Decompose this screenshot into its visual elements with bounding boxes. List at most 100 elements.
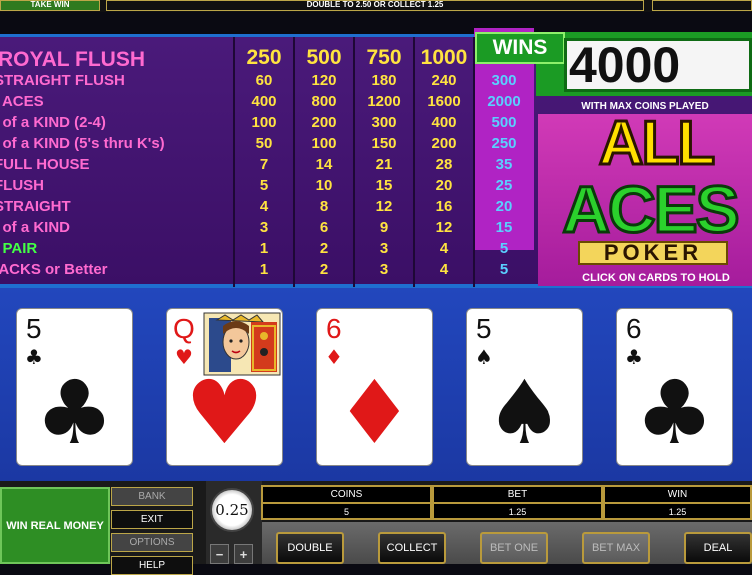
hand-flush: FLUSH <box>0 177 44 194</box>
pay-value: 6 <box>319 219 329 236</box>
pay-value: 300 <box>371 114 397 131</box>
bet-max-button[interactable]: BET MAX <box>582 532 650 564</box>
pay-value-max: 250 <box>491 135 517 152</box>
pay-value: 2 <box>319 261 329 278</box>
exit-button[interactable]: EXIT <box>111 510 193 529</box>
card-3[interactable]: 6 ♦ ♦ <box>316 308 433 466</box>
pay-value: 60 <box>255 72 273 89</box>
pay-value-max: 25 <box>495 177 513 194</box>
pay-value: 400 <box>251 93 277 110</box>
pay-value: 240 <box>431 72 457 89</box>
pay-value: 21 <box>375 156 393 173</box>
coin-increase-button[interactable]: + <box>234 544 253 564</box>
divider <box>434 502 601 504</box>
pay-value: 10 <box>315 177 333 194</box>
pay-value: 100 <box>311 135 337 152</box>
bet-label: BET <box>507 489 528 500</box>
bet-one-label: BET ONE <box>489 542 539 554</box>
logo-poker: POKER <box>578 241 728 265</box>
win-real-money-button[interactable]: WIN REAL MONEY <box>0 487 110 564</box>
deal-button[interactable]: DEAL <box>684 532 752 564</box>
pay-value: 1 <box>259 261 269 278</box>
pay-value-max: 35 <box>495 156 513 173</box>
coin-header-1: 250 <box>246 46 282 69</box>
pay-value: 180 <box>371 72 397 89</box>
club-icon: ♣ <box>35 361 114 464</box>
take-win-label: TAKE WIN <box>30 0 70 9</box>
hand-jacks-or-better: JACKS or Better <box>0 261 108 278</box>
pay-value: 12 <box>375 198 393 215</box>
pay-value: 8 <box>319 198 329 215</box>
card-2[interactable]: Q ♥ ♥ <box>166 308 283 466</box>
message-text: DOUBLE TO 2.50 OR COLLECT 1.25 <box>306 0 444 9</box>
pay-value-max: 300 <box>491 72 517 89</box>
heart-icon: ♥ <box>185 361 264 464</box>
win-real-money-label: WIN REAL MONEY <box>6 519 104 532</box>
hand-straight: STRAIGHT <box>0 198 71 215</box>
pay-value: 150 <box>371 135 397 152</box>
collect-button[interactable]: COLLECT <box>378 532 446 564</box>
pay-value-max: 2000 <box>487 93 521 110</box>
hold-hint: CLICK ON CARDS TO HOLD <box>582 272 730 284</box>
options-button[interactable]: OPTIONS <box>111 533 193 552</box>
coin-decrease-button[interactable]: − <box>210 544 229 564</box>
pay-value: 800 <box>311 93 337 110</box>
coin-value-chip[interactable]: 0.25 <box>210 488 254 532</box>
hand-3-kind: 3 of a KIND <box>0 219 71 236</box>
card-rank: 5 <box>476 313 492 344</box>
hand-4-kind-5-k: 4 of a KIND (5's thru K's) <box>0 135 165 152</box>
bet-value: 1.25 <box>508 507 527 517</box>
take-win-button[interactable]: TAKE WIN <box>0 0 100 11</box>
exit-label: EXIT <box>140 514 164 525</box>
pay-value: 120 <box>311 72 337 89</box>
spade-icon: ♠ <box>485 361 564 464</box>
hand-4-kind-2-4: 4 of a KIND (2-4) <box>0 114 106 131</box>
card-4[interactable]: 5 ♠ ♠ <box>466 308 583 466</box>
wins-label: WINS <box>475 32 565 64</box>
pay-value: 15 <box>375 177 393 194</box>
pay-value: 3 <box>259 219 269 236</box>
help-label: HELP <box>138 560 166 571</box>
deal-label: DEAL <box>703 542 733 554</box>
pay-value: 9 <box>379 219 389 236</box>
hand-full-house: FULL HOUSE <box>0 156 90 173</box>
help-button[interactable]: HELP <box>111 556 193 575</box>
pay-value-max: 5 <box>499 240 509 257</box>
coin-value: 0.25 <box>215 501 249 519</box>
pay-value: 200 <box>431 135 457 152</box>
coin-header-4: 1000 <box>420 46 468 69</box>
coin-header-3: 750 <box>366 46 402 69</box>
card-rank: 6 <box>626 313 642 344</box>
bank-label: BANK <box>138 491 166 502</box>
bet-one-button[interactable]: BET ONE <box>480 532 548 564</box>
double-button[interactable]: DOUBLE <box>276 532 344 564</box>
card-1[interactable]: 5 ♣ ♣ <box>16 308 133 466</box>
pay-value: 3 <box>379 240 389 257</box>
pay-value: 28 <box>435 156 453 173</box>
divider <box>263 502 430 504</box>
divider <box>605 502 750 504</box>
pay-value: 16 <box>435 198 453 215</box>
pay-value-max: 15 <box>495 219 513 236</box>
card-rank: 5 <box>26 313 42 344</box>
hand-straight-flush: STRAIGHT FLUSH <box>0 72 125 89</box>
wins-value: 4000 <box>564 38 752 92</box>
pay-value: 2 <box>319 240 329 257</box>
logo-all: ALL <box>597 109 717 178</box>
bet-max-label: BET MAX <box>591 542 641 554</box>
pay-value: 400 <box>431 114 457 131</box>
pay-value-max: 500 <box>491 114 517 131</box>
sound-button[interactable] <box>652 0 752 11</box>
coin-header-2: 500 <box>306 46 342 69</box>
card-5[interactable]: 6 ♣ ♣ <box>616 308 733 466</box>
bank-button[interactable]: BANK <box>111 487 193 506</box>
message-bar: DOUBLE TO 2.50 OR COLLECT 1.25 <box>106 0 644 11</box>
logo-aces: ACES <box>561 172 741 246</box>
hand-2-pair: 2 PAIR <box>0 240 38 257</box>
pay-value: 200 <box>311 114 337 131</box>
pay-value: 4 <box>439 261 449 278</box>
pay-value: 50 <box>255 135 273 152</box>
pay-value-max: 20 <box>495 198 513 215</box>
pay-value: 20 <box>435 177 453 194</box>
club-icon: ♣ <box>635 361 714 464</box>
